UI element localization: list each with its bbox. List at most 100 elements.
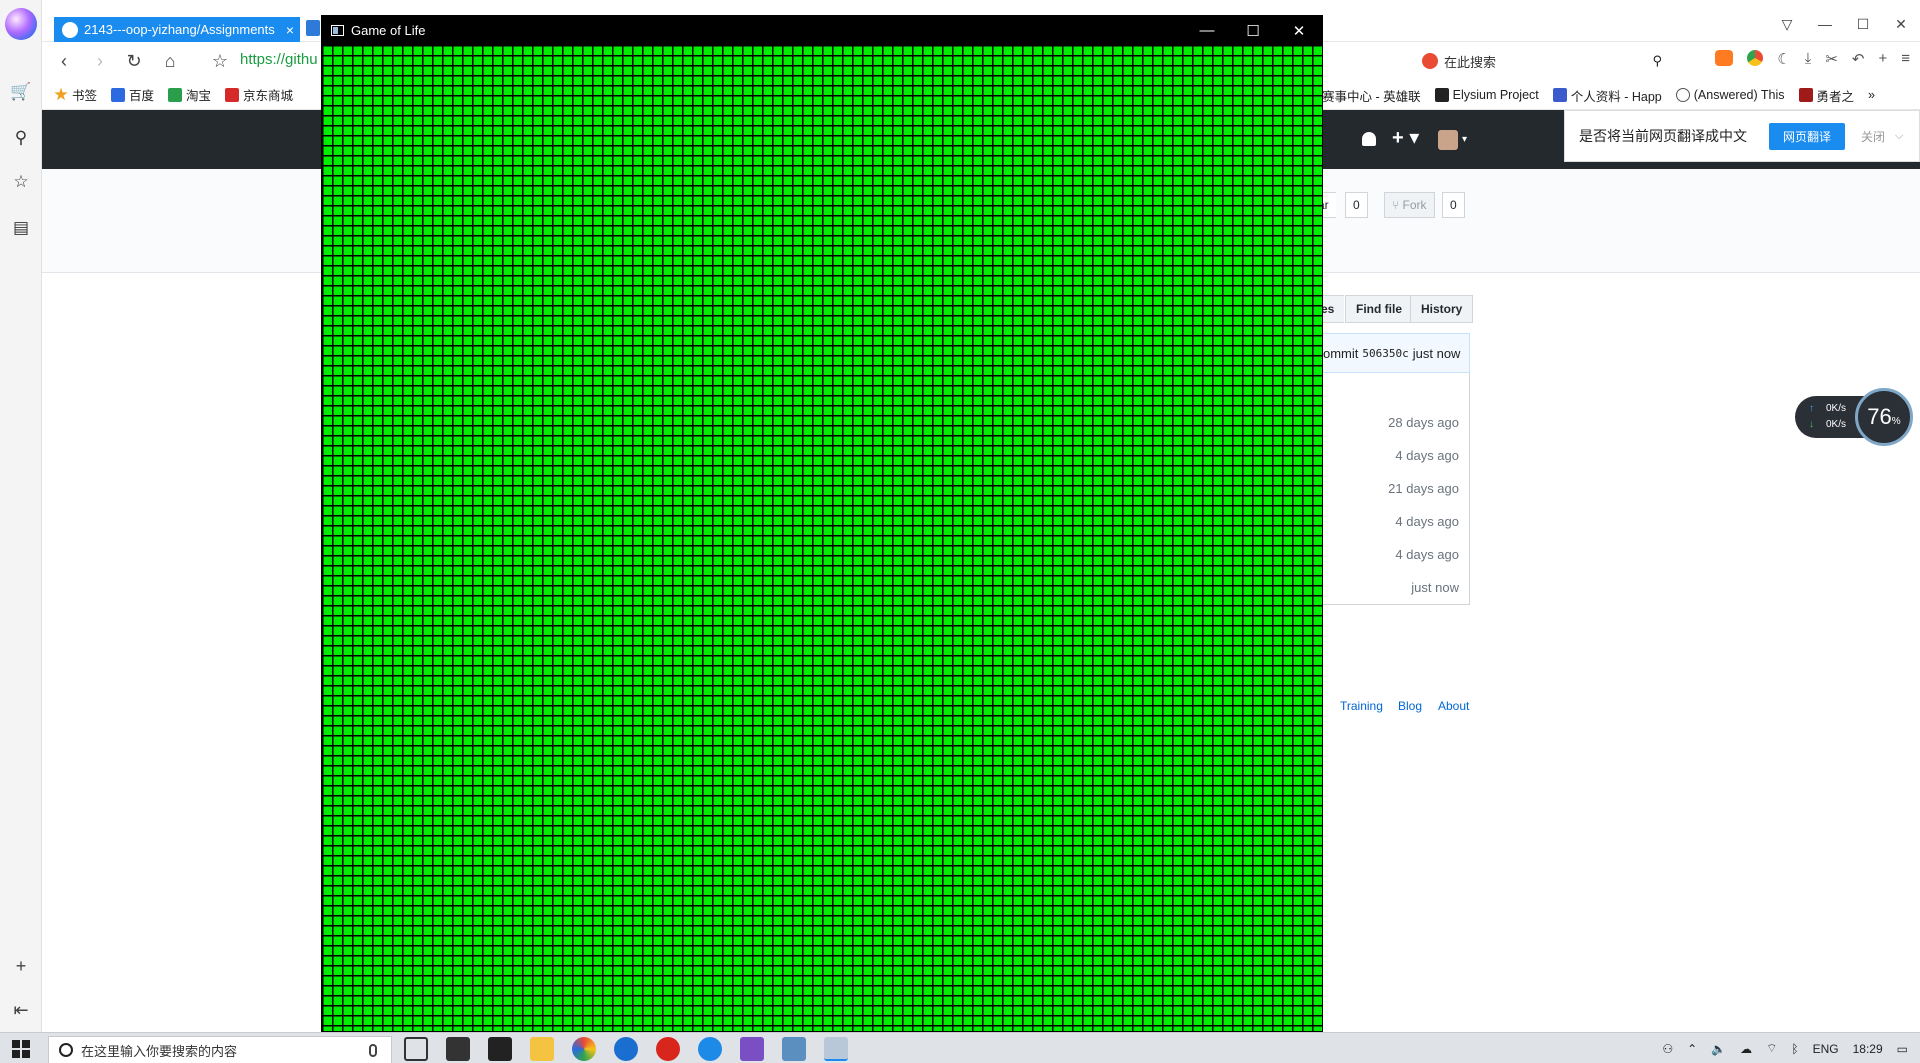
life-grid[interactable]: [322, 45, 1322, 1031]
bookmark-star-icon[interactable]: ☆: [208, 49, 232, 73]
game-icon[interactable]: [1715, 50, 1734, 66]
collapse-sidebar-icon[interactable]: ⇤: [9, 1000, 33, 1021]
notification-bell-icon[interactable]: [1362, 132, 1376, 146]
menu-icon[interactable]: ≡: [1901, 50, 1910, 68]
browser-logo-icon[interactable]: [5, 8, 37, 40]
fork-count[interactable]: 0: [1442, 192, 1465, 218]
windows-start-icon[interactable]: [12, 1040, 30, 1058]
netease-music-icon[interactable]: [656, 1037, 680, 1061]
browser-window-controls: ▽ — ☐ ✕: [1768, 10, 1920, 38]
browser-maximize-button[interactable]: ☐: [1844, 10, 1882, 38]
photos-icon[interactable]: [572, 1037, 596, 1061]
tab-close-icon[interactable]: ×: [280, 22, 300, 38]
add-icon[interactable]: +: [9, 956, 33, 977]
browser-menu-icon[interactable]: ▽: [1768, 10, 1806, 38]
home-button[interactable]: ⌂: [158, 49, 182, 73]
commit-time: just now: [1412, 345, 1461, 361]
fork-button[interactable]: ⑂ Fork: [1384, 192, 1435, 218]
star-count[interactable]: 0: [1345, 192, 1368, 218]
notification-icon[interactable]: ▭: [1897, 1042, 1908, 1056]
file-row-age: just now: [1411, 580, 1459, 595]
file-explorer-icon[interactable]: [530, 1037, 554, 1061]
download-arrow-icon: ↓: [1809, 419, 1814, 430]
back-button[interactable]: ‹: [52, 49, 76, 73]
footer-link-blog[interactable]: Blog: [1398, 699, 1422, 713]
task-view-icon[interactable]: [404, 1037, 428, 1061]
more-bookmarks-button[interactable]: »: [1868, 88, 1875, 102]
bookmark-item[interactable]: (Answered) This: [1675, 88, 1785, 102]
file-row-age: 4 days ago: [1395, 514, 1459, 529]
footer-link-about[interactable]: About: [1438, 699, 1469, 713]
scissors-icon[interactable]: ✂: [1825, 50, 1838, 68]
game-of-life-taskbar-icon[interactable]: [824, 1037, 848, 1061]
bookmark-item[interactable]: 赛事中心 - 英雄联: [1322, 86, 1421, 105]
network-icon[interactable]: ⌔: [1766, 1041, 1777, 1056]
bluetooth-icon[interactable]: ᛒ: [1791, 1042, 1798, 1056]
browser-search-box[interactable]: 在此搜索 ⚲: [1422, 49, 1662, 73]
maximize-button[interactable]: ☐: [1230, 22, 1276, 40]
microphone-icon[interactable]: [369, 1043, 377, 1057]
window-title: Game of Life: [351, 23, 426, 38]
clock[interactable]: 18:29: [1853, 1042, 1883, 1056]
news-icon[interactable]: ▤: [9, 216, 33, 240]
edge-icon[interactable]: [614, 1037, 638, 1061]
night-mode-icon[interactable]: ☾: [1777, 50, 1790, 68]
tray-expand-icon[interactable]: ⌃: [1687, 1042, 1697, 1056]
chevron-down-icon[interactable]: ▾: [1462, 134, 1467, 145]
elysium-icon: [1434, 88, 1449, 102]
search-icon[interactable]: ⚲: [1652, 53, 1662, 69]
bookmark-item[interactable]: 个人资料 - Happ: [1552, 86, 1662, 105]
minimize-button[interactable]: —: [1184, 22, 1230, 39]
jd-icon: [225, 87, 240, 102]
tab-github-assignments[interactable]: 2143---oop-yizhang/Assignments ×: [54, 17, 300, 42]
volume-icon[interactable]: 🔈: [1711, 1042, 1726, 1056]
footer-link-training[interactable]: Training: [1340, 699, 1383, 713]
translate-close-button[interactable]: 关闭: [1861, 128, 1885, 145]
language-indicator[interactable]: ENG: [1813, 1042, 1839, 1056]
store-icon[interactable]: [446, 1037, 470, 1061]
taskbar: 在这里输入你要搜索的内容 ⚇ ⌃ 🔈 ☁ ⌔ ᛒ ENG 18:29 ▭: [0, 1032, 1920, 1063]
extension-icon[interactable]: [1747, 50, 1764, 66]
browser-close-button[interactable]: ✕: [1882, 10, 1920, 38]
taskbar-search-placeholder: 在这里输入你要搜索的内容: [81, 1043, 238, 1059]
bookmark-item[interactable]: 京东商城: [225, 85, 293, 104]
bookmark-item[interactable]: 勇者之: [1798, 86, 1854, 105]
reload-button[interactable]: ↻: [122, 49, 146, 73]
bookmark-item[interactable]: 淘宝: [168, 85, 211, 104]
cart-icon[interactable]: 🛒: [9, 80, 33, 104]
system-tray: ⚇ ⌃ 🔈 ☁ ⌔ ᛒ ENG 18:29 ▭: [1662, 1033, 1908, 1063]
undo-icon[interactable]: ↶: [1852, 50, 1865, 68]
tab-second[interactable]: [306, 20, 320, 36]
app-window-icon[interactable]: [782, 1037, 806, 1061]
history-button[interactable]: History: [1410, 295, 1474, 323]
star-icon[interactable]: ☆: [9, 170, 33, 194]
url-input[interactable]: https://githu: [240, 51, 318, 68]
cloud-icon[interactable]: ☁: [1740, 1042, 1752, 1056]
close-button[interactable]: ✕: [1276, 22, 1322, 40]
forward-button[interactable]: ›: [88, 49, 112, 73]
mail-icon[interactable]: [488, 1037, 512, 1061]
qq-icon[interactable]: [698, 1037, 722, 1061]
download-icon[interactable]: ⤓: [1805, 50, 1812, 68]
commit-hash[interactable]: 506350c: [1362, 347, 1408, 360]
bookmark-item[interactable]: 百度: [111, 85, 154, 104]
create-new-icon[interactable]: + ▾: [1392, 125, 1419, 150]
search-icon[interactable]: ⚲: [9, 126, 33, 150]
avatar[interactable]: [1438, 130, 1458, 150]
bookmark-item[interactable]: Elysium Project: [1434, 88, 1539, 102]
translate-button[interactable]: 网页翻译: [1769, 122, 1846, 150]
memory-gauge[interactable]: 76%: [1855, 388, 1913, 446]
translate-prompt: 是否将当前网页翻译成中文: [1579, 128, 1747, 144]
upload-arrow-icon: ↑: [1809, 403, 1814, 414]
browser-minimize-button[interactable]: —: [1806, 10, 1844, 38]
translate-dropdown-icon[interactable]: ⌵: [1895, 130, 1903, 143]
app-window-icon: [331, 25, 344, 36]
taskbar-search-input[interactable]: 在这里输入你要搜索的内容: [48, 1036, 392, 1063]
bookmark-item[interactable]: 书签: [54, 85, 97, 104]
visual-studio-icon[interactable]: [740, 1037, 764, 1061]
find-file-button[interactable]: Find file: [1345, 295, 1412, 323]
people-icon[interactable]: ⚇: [1662, 1042, 1673, 1056]
baidu-icon: [111, 87, 126, 102]
new-tab-icon[interactable]: +: [1878, 50, 1887, 68]
window-titlebar[interactable]: Game of Life — ☐ ✕: [322, 16, 1322, 45]
